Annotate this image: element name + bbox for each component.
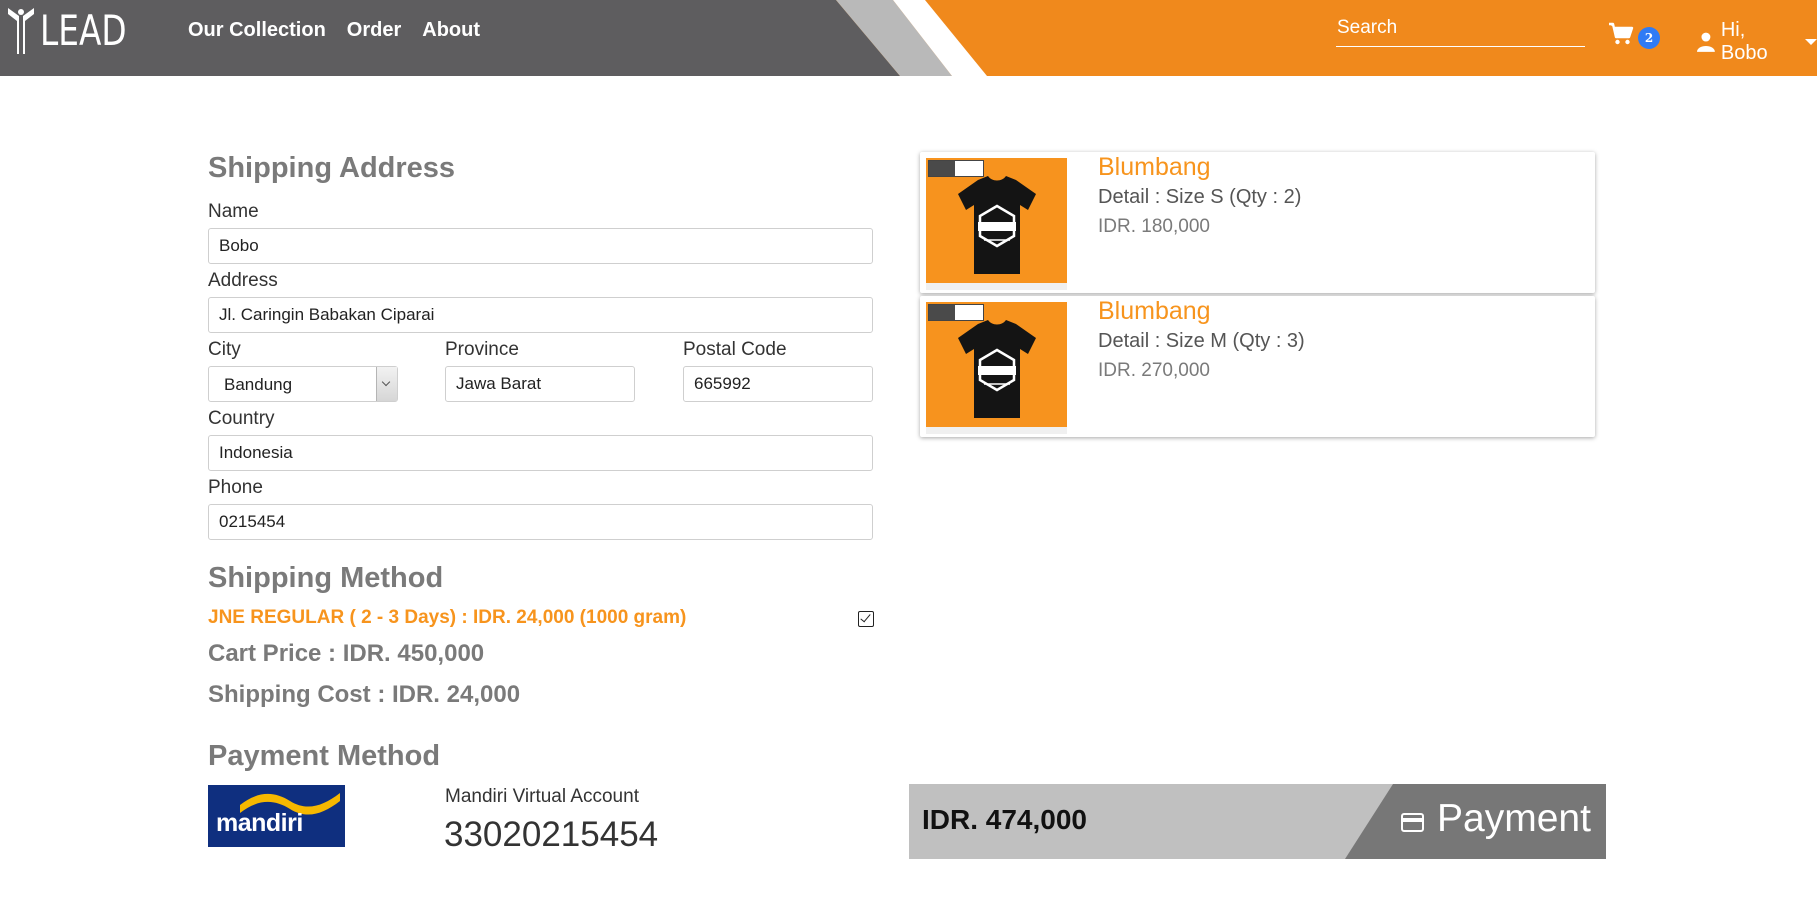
virtual-account-number: 33020215454 xyxy=(444,815,659,854)
nav-about[interactable]: About xyxy=(422,19,480,42)
postal-code-field[interactable] xyxy=(683,366,873,402)
search-input[interactable] xyxy=(1336,10,1585,47)
cart-item-card: Blumbang Detail : Size M (Qty : 3) IDR. … xyxy=(920,296,1595,437)
user-menu[interactable]: Hi, Bobo xyxy=(1697,19,1817,65)
user-greeting: Hi, Bobo xyxy=(1720,19,1768,64)
name-field[interactable] xyxy=(208,228,873,264)
city-select[interactable]: Bandung xyxy=(208,366,398,402)
product-name[interactable]: Blumbang xyxy=(1098,297,1211,326)
product-detail: Detail : Size S (Qty : 2) xyxy=(1098,186,1302,208)
product-price: IDR. 180,000 xyxy=(1098,216,1210,237)
country-field[interactable] xyxy=(208,435,873,471)
cart-icon xyxy=(1609,22,1634,45)
brand-name: LEAD xyxy=(40,6,127,55)
payment-method-title: Payment Method xyxy=(208,740,441,772)
nav-order[interactable]: Order xyxy=(347,19,401,42)
payment-button[interactable]: Payment xyxy=(1345,784,1606,859)
phone-field[interactable] xyxy=(208,504,873,540)
mandiri-logo-text: mandiri xyxy=(216,809,303,837)
address-label: Address xyxy=(208,270,278,291)
cart-item-card: Blumbang Detail : Size S (Qty : 2) IDR. … xyxy=(920,152,1595,293)
shipping-address-title: Shipping Address xyxy=(208,152,456,184)
chevron-down-icon xyxy=(1805,39,1817,45)
phone-label: Phone xyxy=(208,477,263,498)
tshirt-graphic xyxy=(958,320,1036,418)
name-label: Name xyxy=(208,201,259,222)
nav-our-collection[interactable]: Our Collection xyxy=(188,19,326,42)
virtual-account-label: Mandiri Virtual Account xyxy=(445,786,639,807)
product-detail: Detail : Size M (Qty : 3) xyxy=(1098,330,1305,352)
cart-count-badge: 2 xyxy=(1638,27,1660,49)
cart-button[interactable]: 2 xyxy=(1608,22,1660,52)
province-field[interactable] xyxy=(445,366,635,402)
brand-logo[interactable]: LEAD xyxy=(6,4,151,58)
city-label: City xyxy=(208,339,241,360)
postal-code-label: Postal Code xyxy=(683,339,787,360)
payment-button-label: Payment xyxy=(1437,797,1591,840)
checkbox-checked-icon[interactable] xyxy=(858,611,874,627)
mandiri-logo[interactable]: mandiri xyxy=(208,785,345,847)
product-image-caption-strip xyxy=(926,427,1067,434)
country-label: Country xyxy=(208,408,275,429)
user-icon xyxy=(1697,32,1715,52)
city-select-value: Bandung xyxy=(224,375,293,394)
product-name[interactable]: Blumbang xyxy=(1098,153,1211,182)
shipping-cost-text: Shipping Cost : IDR. 24,000 xyxy=(208,681,521,708)
lead-logo-icon xyxy=(8,8,34,54)
total-price: IDR. 474,000 xyxy=(922,804,1087,835)
product-image xyxy=(926,302,1067,434)
shipping-method-title: Shipping Method xyxy=(208,562,444,594)
product-price: IDR. 270,000 xyxy=(1098,360,1210,381)
chevron-down-icon xyxy=(376,367,397,401)
credit-card-icon xyxy=(1401,813,1424,832)
tshirt-graphic xyxy=(958,176,1036,274)
payment-bar: IDR. 474,000 Payment xyxy=(909,784,1606,859)
cart-price-text: Cart Price : IDR. 450,000 xyxy=(208,640,485,667)
product-image-caption-strip xyxy=(926,283,1067,290)
top-navbar: LEAD Our Collection Order About 2 Hi, Bo… xyxy=(0,0,1817,76)
shipping-option-jne[interactable]: JNE REGULAR ( 2 - 3 Days) : IDR. 24,000 … xyxy=(208,607,686,629)
province-label: Province xyxy=(445,339,519,360)
main-nav: Our Collection Order About xyxy=(188,19,480,42)
product-image xyxy=(926,158,1067,290)
address-field[interactable] xyxy=(208,297,873,333)
